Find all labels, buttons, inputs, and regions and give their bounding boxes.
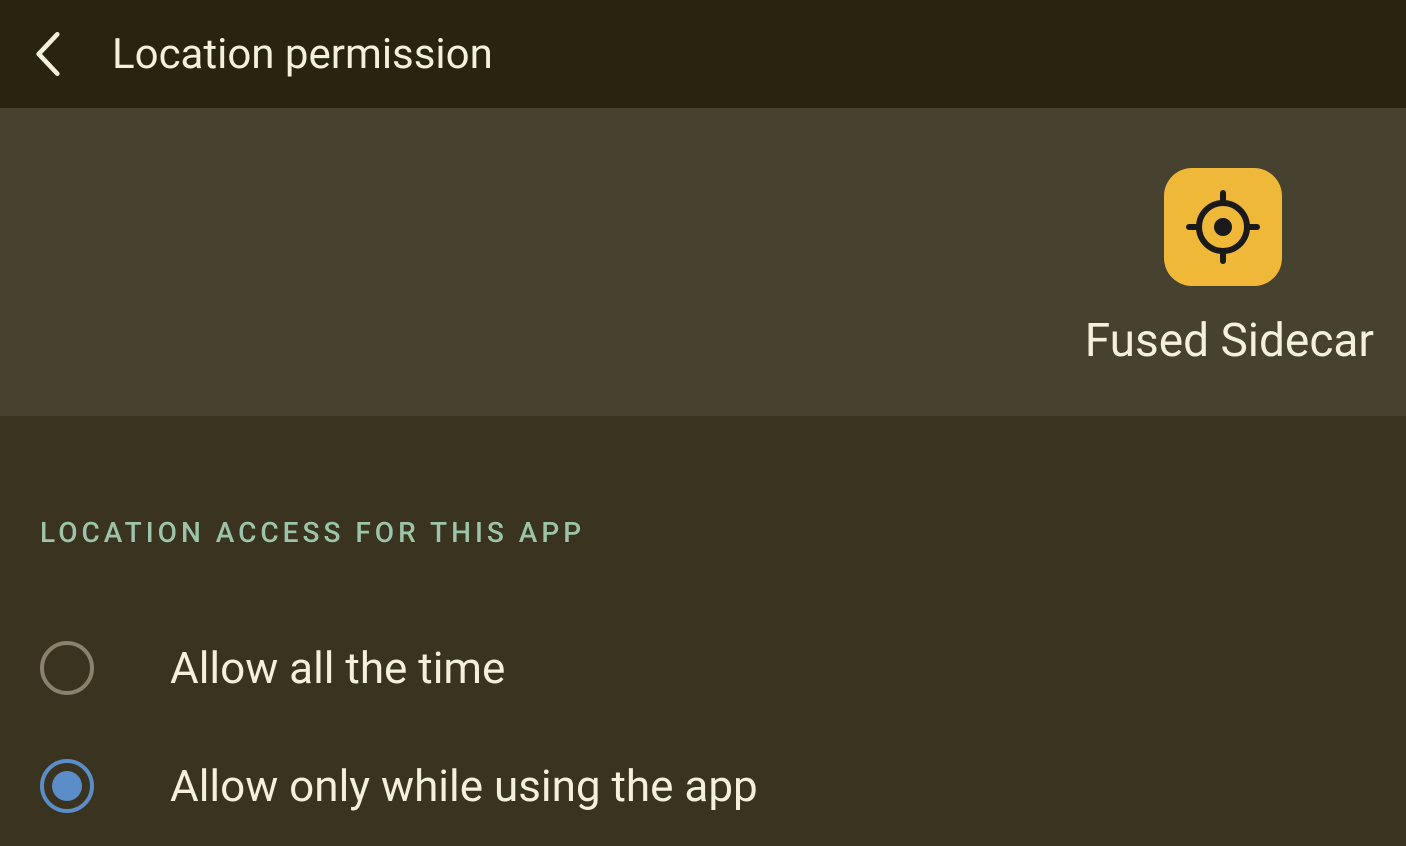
app-info-section: Fused Sidecar xyxy=(0,108,1406,416)
radio-option-allow-while-using[interactable]: Allow only while using the app xyxy=(40,727,1366,845)
app-name: Fused Sidecar xyxy=(1085,314,1374,368)
radio-label: Allow only while using the app xyxy=(170,760,758,812)
radio-inner xyxy=(52,771,82,801)
radio-option-allow-all-time[interactable]: Allow all the time xyxy=(40,609,1366,727)
radio-group: Allow all the time Allow only while usin… xyxy=(40,609,1366,845)
section-label: LOCATION ACCESS FOR THIS APP xyxy=(40,516,1366,549)
target-location-icon xyxy=(1183,187,1263,267)
radio-button xyxy=(40,759,94,813)
back-button[interactable] xyxy=(24,30,72,78)
radio-button xyxy=(40,641,94,695)
page-header: Location permission xyxy=(0,0,1406,108)
radio-label: Allow all the time xyxy=(170,642,505,694)
app-icon xyxy=(1164,168,1282,286)
page-title: Location permission xyxy=(112,30,493,79)
content-section: LOCATION ACCESS FOR THIS APP Allow all t… xyxy=(0,416,1406,845)
back-icon xyxy=(34,32,62,76)
